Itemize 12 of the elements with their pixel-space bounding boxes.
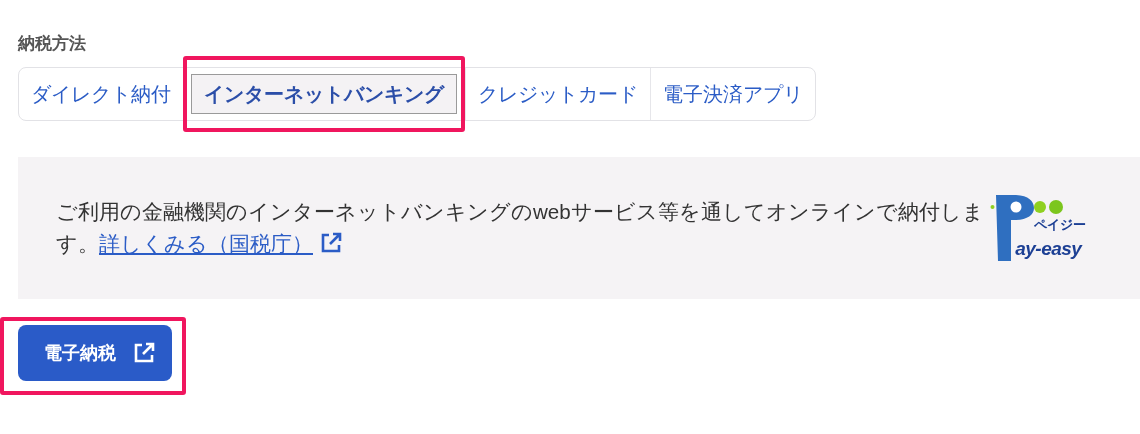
- e-tax-button[interactable]: 電子納税: [18, 325, 172, 381]
- tab[interactable]: インターネットバンキング: [191, 74, 457, 114]
- tab[interactable]: ダイレクト納付: [19, 68, 183, 120]
- tab[interactable]: 電子決済アプリ: [650, 68, 815, 120]
- details-link[interactable]: 詳しくみる（国税庁）: [99, 232, 313, 255]
- section-heading: 納税方法: [18, 33, 87, 55]
- logo-text: ペイジー: [1034, 216, 1087, 234]
- external-link-icon[interactable]: [319, 231, 343, 255]
- external-link-icon: [132, 341, 156, 365]
- description-text: ご利用の金融機関のインターネットバンキングのwebサービス等を通してオンラインで納付します。詳しくみる（国税庁）: [56, 199, 985, 257]
- tab[interactable]: クレジットカード: [465, 68, 650, 120]
- logo-text: ay-easy: [1015, 238, 1082, 260]
